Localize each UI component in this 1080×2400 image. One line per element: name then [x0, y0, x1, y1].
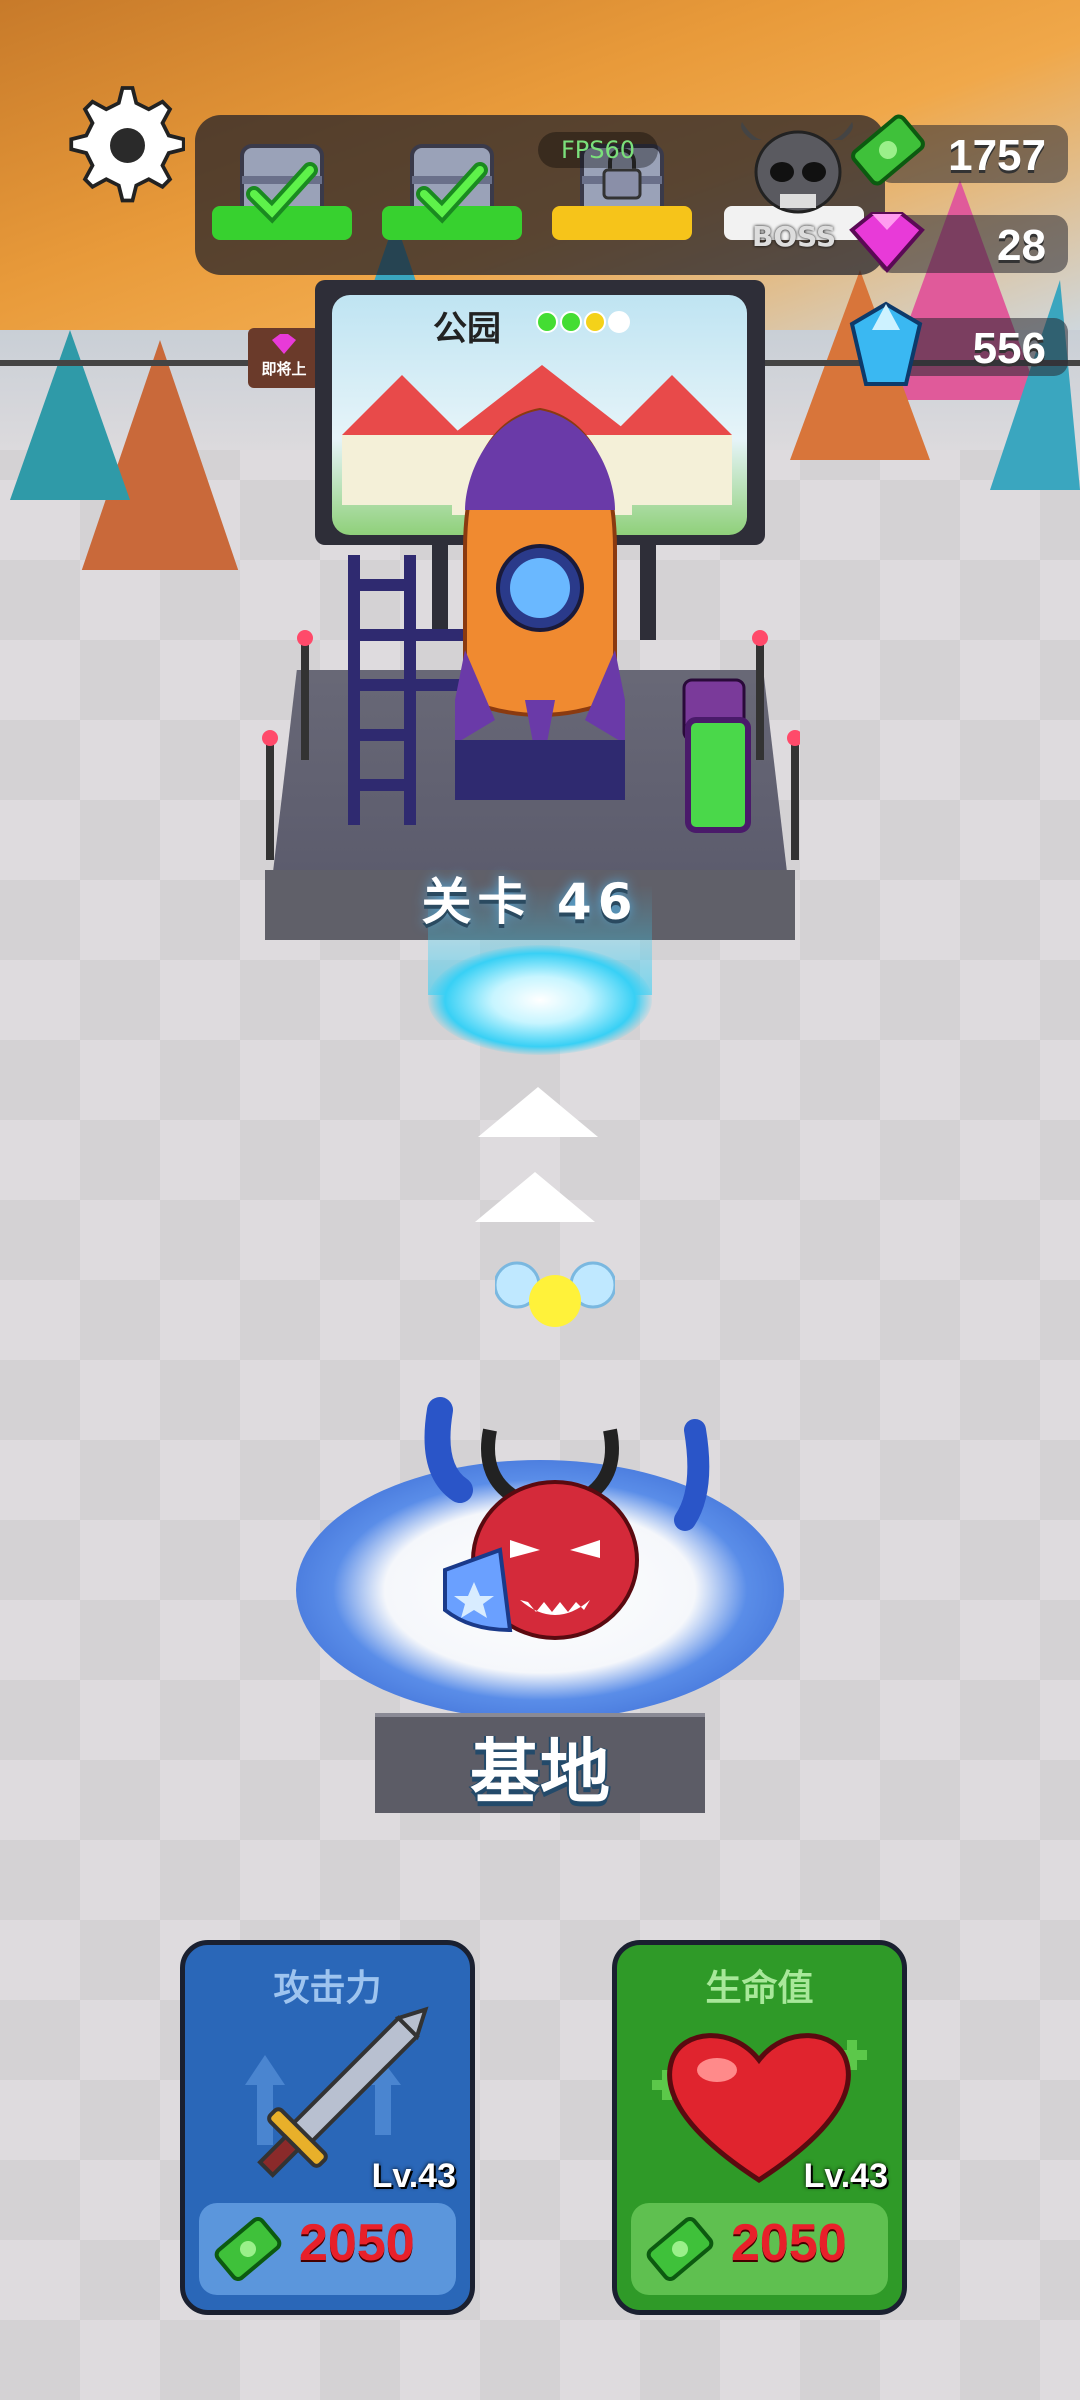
arrow-up-icon — [478, 1087, 598, 1137]
progress-dot-1 — [536, 311, 558, 333]
cash-icon — [214, 2217, 282, 2281]
cash-icon — [646, 2217, 714, 2281]
boss-label: BOSS — [752, 220, 837, 253]
cash-icon — [851, 114, 925, 186]
fence-lights-decoration — [262, 630, 800, 860]
demon-player-icon — [424, 1397, 710, 1640]
level-number-label: 关卡 46 — [421, 873, 639, 931]
progress-dot-4 — [608, 311, 630, 333]
attack-cost-bar[interactable]: 2050 — [199, 2203, 456, 2295]
pink-gem-value: 28 — [997, 221, 1046, 270]
attack-upgrade-title: 攻击力 — [273, 1968, 382, 2009]
arrow-up-icon — [475, 1172, 595, 1222]
stage-chest-2 — [382, 140, 522, 254]
coming-soon-text: 即将上 — [261, 360, 307, 378]
cash-value: 1757 — [948, 131, 1046, 180]
health-cost: 2050 — [731, 2214, 847, 2272]
progress-dot-2 — [560, 311, 582, 333]
attack-cost: 2050 — [299, 2214, 415, 2272]
health-level: Lv.43 — [803, 2157, 888, 2195]
settings-gear-icon[interactable] — [60, 78, 186, 203]
stage-chest-1 — [212, 140, 352, 254]
health-upgrade-card[interactable]: 生命值 Lv.43 2050 — [612, 1940, 907, 2315]
level-portal[interactable] — [428, 945, 652, 1055]
chest-icon — [382, 144, 522, 240]
progress-dot-3 — [584, 311, 606, 333]
blue-gem-value: 556 — [972, 324, 1046, 373]
chest-icon — [212, 144, 352, 240]
coming-soon-sign: 即将上 — [248, 328, 320, 388]
winged-orb-icon — [495, 1261, 615, 1327]
health-upgrade-title: 生命值 — [705, 1968, 814, 2009]
pink-gem-icon — [272, 334, 296, 354]
blue-gem-icon — [849, 301, 923, 386]
base-label: 基地 — [470, 1731, 610, 1813]
attack-level: Lv.43 — [371, 2157, 456, 2195]
pink-gem-icon — [849, 212, 925, 274]
health-cost-bar[interactable]: 2050 — [631, 2203, 888, 2295]
attack-upgrade-card[interactable]: 攻击力 Lv.43 2050 — [180, 1940, 475, 2315]
fps-counter: FPS60 — [538, 132, 658, 168]
